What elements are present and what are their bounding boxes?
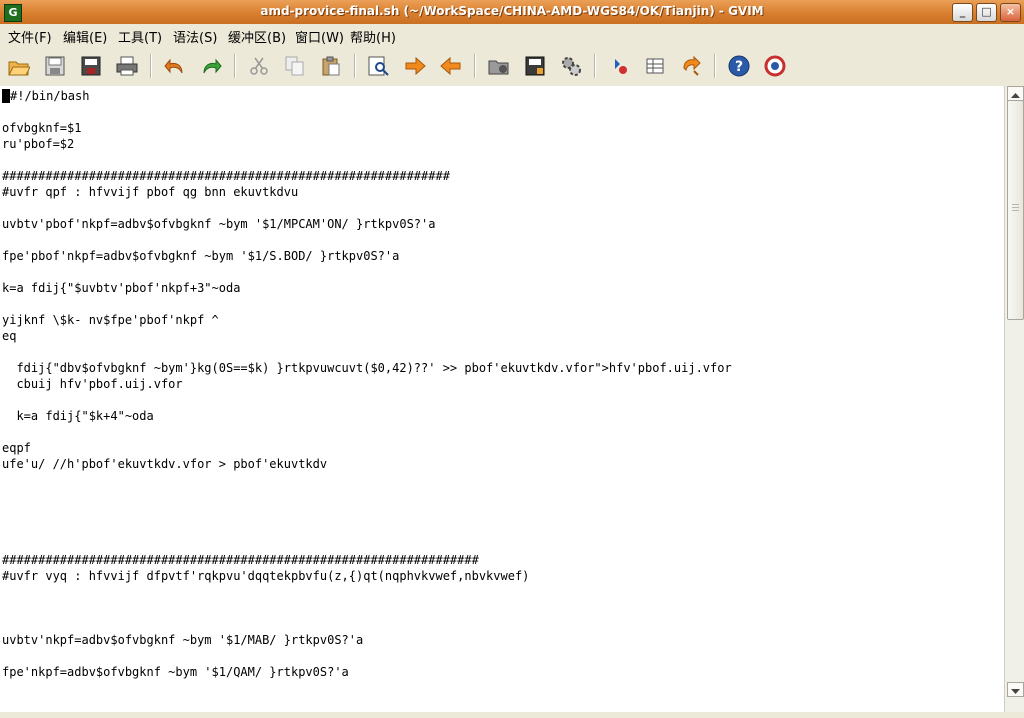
code-line: ########################################… — [2, 553, 479, 567]
code-line: k=a fdij{"$k+4"~oda — [2, 409, 154, 423]
print-icon[interactable] — [114, 54, 140, 78]
code-line: eqpf — [2, 441, 31, 455]
menu-window[interactable]: 窗口(W) — [295, 27, 344, 46]
redo-icon[interactable] — [198, 54, 224, 78]
toolbar-separator — [714, 54, 716, 78]
text-editor-area[interactable]: #!/bin/bash ofvbgknf=$1 ru'pbof=$2 #####… — [0, 86, 1004, 712]
menu-help[interactable]: 帮助(H) — [350, 27, 396, 46]
jump-tag-icon[interactable] — [678, 54, 704, 78]
thumb-grip — [1012, 207, 1019, 208]
thumb-grip — [1012, 204, 1019, 205]
code-line: uvbtv'pbof'nkpf=adbv$ofvbgknf ~bym '$1/M… — [2, 217, 436, 231]
code-line-text: #!/bin/bash — [10, 89, 90, 103]
minimize-button[interactable]: _ — [952, 3, 973, 22]
svg-text:?: ? — [735, 59, 743, 75]
code-line: ufe'u/ //h'pbof'ekuvtkdv.vfor > pbof'eku… — [2, 457, 328, 471]
toolbar-separator — [354, 54, 356, 78]
menu-file[interactable]: 文件(F) — [8, 27, 52, 46]
toolbar-separator — [150, 54, 152, 78]
code-line: #uvfr vyq : hfvvijf dfpvtf'rqkpvu'dqqtek… — [2, 569, 530, 583]
menu-syntax[interactable]: 语法(S) — [173, 27, 217, 46]
menu-bar: 文件(F) 编辑(E) 工具(T) 语法(S) 缓冲区(B) 窗口(W) 帮助(… — [0, 24, 1024, 46]
copy-icon[interactable] — [282, 54, 308, 78]
find-replace-icon[interactable] — [366, 54, 392, 78]
build-tags-icon[interactable] — [642, 54, 668, 78]
code-line: fpe'pbof'nkpf=adbv$ofvbgknf ~bym '$1/S.B… — [2, 249, 400, 263]
maximize-button[interactable]: □ — [976, 3, 997, 22]
cut-icon[interactable] — [246, 54, 272, 78]
window-title: amd-provice-final.sh (~/WorkSpace/CHINA-… — [260, 4, 764, 18]
scroll-up-button[interactable] — [1007, 86, 1024, 101]
make-icon[interactable] — [606, 54, 632, 78]
code-line: ru'pbof=$2 — [2, 137, 75, 151]
vertical-scrollbar[interactable] — [1004, 86, 1024, 712]
undo-icon[interactable] — [162, 54, 188, 78]
load-session-icon[interactable] — [486, 54, 512, 78]
code-line: k=a fdij{"$uvbtv'pbof'nkpf+3"~oda — [2, 281, 241, 295]
code-line: #!/bin/bash — [2, 88, 89, 104]
help-icon[interactable]: ? — [726, 54, 752, 78]
toolbar-separator — [474, 54, 476, 78]
close-button[interactable]: × — [1000, 3, 1021, 22]
run-script-icon[interactable] — [558, 54, 584, 78]
find-prev-icon[interactable] — [438, 54, 464, 78]
toolbar-separator — [594, 54, 596, 78]
code-line: eq — [2, 329, 17, 343]
code-line: cbuij hfv'pbof.uij.vfor — [2, 377, 183, 391]
save-session-icon[interactable] — [522, 54, 548, 78]
save-icon[interactable] — [42, 54, 68, 78]
code-line: yijknf \$k- nv$fpe'pbof'nkpf ^ — [2, 313, 219, 327]
toolbar-separator — [234, 54, 236, 78]
find-help-icon[interactable] — [762, 54, 788, 78]
code-line: ofvbgknf=$1 — [2, 121, 82, 135]
thumb-grip — [1012, 210, 1019, 211]
code-line: fdij{"dbv$ofvbgknf ~bym'}kg(0S==$k) }rtk… — [2, 361, 732, 375]
paste-icon[interactable] — [318, 54, 344, 78]
toolbar: ? — [0, 46, 1024, 87]
save-all-icon[interactable] — [78, 54, 104, 78]
menu-buffers[interactable]: 缓冲区(B) — [228, 27, 286, 46]
title-bar: G amd-provice-final.sh (~/WorkSpace/CHIN… — [0, 0, 1024, 25]
code-line: uvbtv'nkpf=adbv$ofvbgknf ~bym '$1/MAB/ }… — [2, 633, 364, 647]
code-line: ########################################… — [2, 169, 450, 183]
find-next-icon[interactable] — [402, 54, 428, 78]
open-icon[interactable] — [6, 54, 32, 78]
scrollbar-thumb[interactable] — [1007, 100, 1024, 320]
menu-tools[interactable]: 工具(T) — [118, 27, 162, 46]
code-line: fpe'nkpf=adbv$ofvbgknf ~bym '$1/QAM/ }rt… — [2, 665, 349, 679]
text-cursor — [2, 89, 10, 103]
scroll-down-button[interactable] — [1007, 682, 1024, 697]
code-line: #uvfr qpf : hfvvijf pbof qg bnn ekuvtkdv… — [2, 185, 299, 199]
menu-edit[interactable]: 编辑(E) — [63, 27, 107, 46]
